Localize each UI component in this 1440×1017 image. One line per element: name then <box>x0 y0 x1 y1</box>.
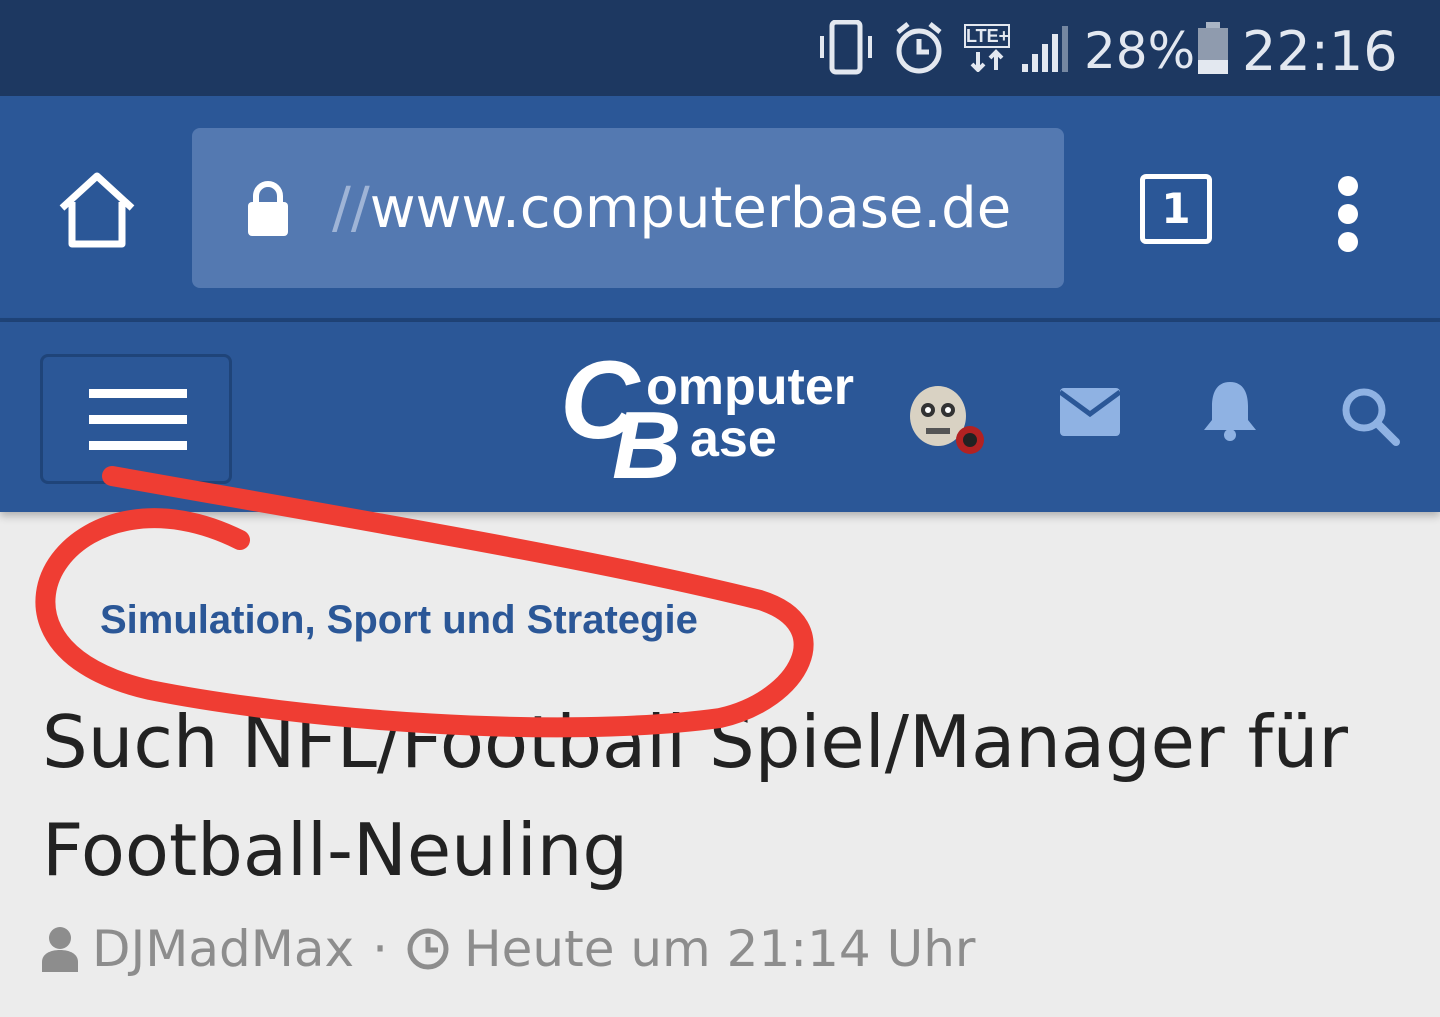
avatar[interactable] <box>902 380 992 460</box>
vibrate-icon <box>820 20 872 75</box>
url-scheme: // <box>332 176 370 241</box>
thread-author[interactable]: DJMadMax <box>92 920 354 978</box>
overflow-menu-icon[interactable] <box>1320 166 1376 256</box>
signal-icon <box>1022 26 1068 72</box>
address-bar[interactable]: //www.computerbase.de <box>192 128 1064 288</box>
lte-icon: LTE+ <box>964 24 1010 74</box>
mail-icon[interactable] <box>1058 386 1122 438</box>
tabs-button[interactable]: 1 <box>1140 174 1212 244</box>
bell-icon[interactable] <box>1200 378 1260 442</box>
url-text[interactable]: //www.computerbase.de <box>332 176 1011 241</box>
status-clock: 22:16 <box>1242 20 1398 83</box>
svg-text:B: B <box>612 392 681 486</box>
status-bar: LTE+ 28% 22:16 <box>0 0 1440 96</box>
svg-text:ase: ase <box>690 410 777 468</box>
thread-title: Such NFL/Football Spiel/Manager für Foot… <box>42 700 1349 892</box>
lte-label: LTE+ <box>964 24 1010 48</box>
thread-timestamp[interactable]: Heute um 21:14 Uhr <box>464 920 975 978</box>
url-host: www.computerbase.de <box>369 176 1012 241</box>
user-icon <box>42 927 78 972</box>
battery-percentage: 28% <box>1084 22 1196 80</box>
thread-category-link[interactable]: Simulation, Sport und Strategie <box>100 598 698 643</box>
battery-icon <box>1198 22 1228 74</box>
home-icon[interactable] <box>52 166 142 256</box>
thread-meta: DJMadMax · Heute um 21:14 Uhr <box>40 920 975 978</box>
clock-icon <box>407 928 449 970</box>
alarm-icon <box>896 22 942 74</box>
site-header: C omputer B ase <box>0 322 1440 512</box>
meta-separator: · <box>372 920 389 978</box>
lock-icon <box>248 181 288 236</box>
hamburger-menu-button[interactable] <box>40 354 232 484</box>
browser-toolbar: //www.computerbase.de 1 <box>0 96 1440 320</box>
search-icon[interactable] <box>1340 386 1400 446</box>
computerbase-logo[interactable]: C omputer B ase <box>560 346 890 486</box>
